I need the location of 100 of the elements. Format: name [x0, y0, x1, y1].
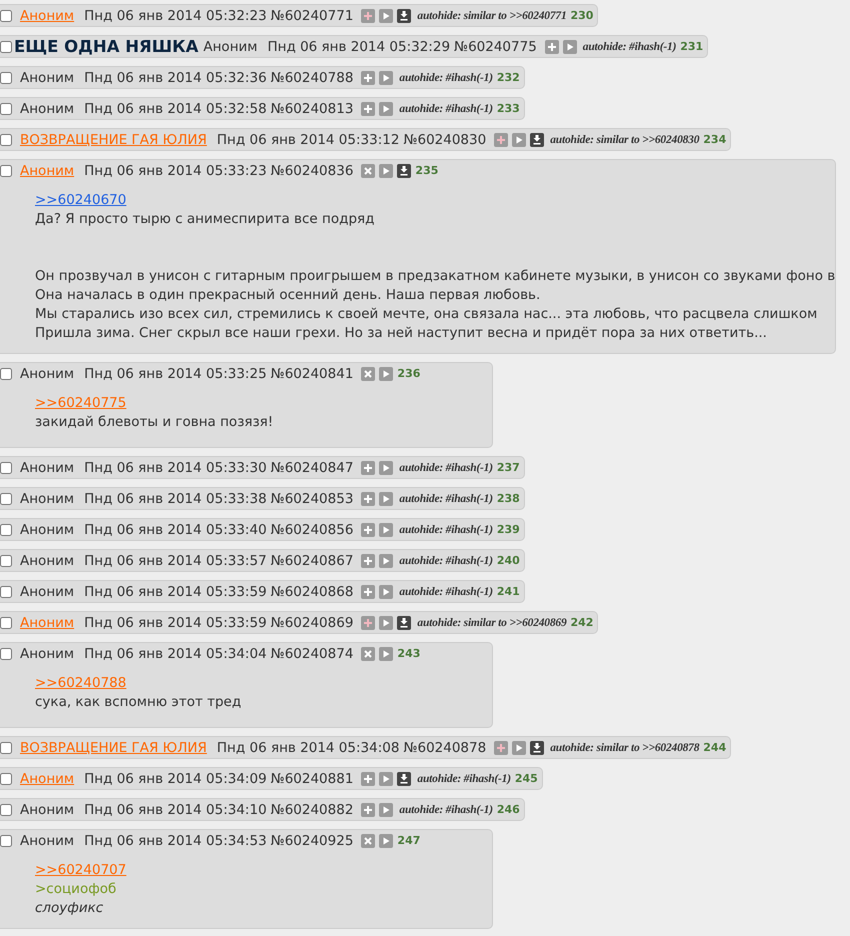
play-icon[interactable] [379, 492, 394, 506]
post-text: Мы старались изо всех сил, стремились к своей мечте, она связала нас... эта любовь, что расцвела слишком [35, 305, 818, 324]
post-number[interactable]: №60240881 [270, 770, 354, 786]
post-number[interactable]: №60240867 [270, 552, 354, 568]
plus-icon[interactable] [361, 554, 376, 568]
author-name[interactable]: Аноним [20, 552, 74, 568]
author-name[interactable]: Аноним [20, 584, 74, 600]
post-number[interactable]: №60240874 [270, 646, 354, 662]
play-icon[interactable] [379, 646, 394, 660]
plus-icon[interactable] [544, 40, 559, 54]
download-icon[interactable] [397, 164, 412, 178]
post-number[interactable]: №60240853 [270, 490, 354, 506]
post-checkbox[interactable] [0, 834, 12, 846]
post-date: Пнд 06 янв 2014 05:33:59 [84, 584, 267, 600]
post-number[interactable]: №60240856 [270, 522, 354, 538]
plus-icon[interactable] [361, 102, 376, 116]
post-checkbox[interactable] [0, 772, 12, 784]
post-checkbox[interactable] [0, 616, 12, 628]
post-checkbox[interactable] [0, 102, 12, 114]
post-checkbox[interactable] [0, 586, 12, 598]
author-name[interactable]: Аноним [20, 70, 74, 86]
plus-icon[interactable] [361, 8, 376, 22]
plus-icon[interactable] [361, 70, 376, 84]
post-text: Он прозвучал в унисон с гитарным проигрышем в предзакатном кабинете музыки, в унисон со звуками фоно в [35, 267, 836, 286]
play-icon[interactable] [379, 366, 394, 380]
download-icon[interactable] [397, 772, 412, 786]
author-name[interactable]: Аноним [20, 490, 74, 506]
close-icon[interactable] [361, 834, 376, 848]
plus-icon[interactable] [361, 616, 376, 630]
post-checkbox[interactable] [0, 134, 12, 146]
plus-icon[interactable] [361, 522, 376, 536]
play-icon[interactable] [379, 802, 394, 816]
post-index: 236 [397, 367, 420, 380]
post-checkbox[interactable] [0, 554, 12, 566]
post-checkbox[interactable] [0, 10, 12, 22]
autohide-note: autohide: #ihash(-1) [399, 524, 493, 536]
post-number[interactable]: №60240788 [270, 70, 354, 86]
post-checkbox[interactable] [0, 368, 12, 380]
author-name[interactable]: Аноним [20, 832, 74, 848]
play-icon[interactable] [379, 102, 394, 116]
post-number[interactable]: №60240847 [270, 460, 354, 476]
autohide-note: autohide: #ihash(-1) [399, 492, 493, 504]
download-icon[interactable] [397, 8, 412, 22]
plus-icon[interactable] [361, 460, 376, 474]
post-checkbox[interactable] [0, 648, 12, 660]
author-name[interactable]: Аноним [20, 522, 74, 538]
play-icon[interactable] [379, 554, 394, 568]
download-icon[interactable] [530, 740, 544, 754]
post-number[interactable]: №60240836 [270, 162, 354, 178]
post-number[interactable]: №60240925 [270, 832, 354, 848]
post-index: 239 [496, 523, 520, 536]
post-checkbox[interactable] [0, 492, 12, 504]
post-number[interactable]: №60240869 [270, 614, 354, 630]
post-checkbox[interactable] [0, 524, 12, 536]
author-name[interactable]: Аноним [20, 460, 74, 476]
post-checkbox[interactable] [0, 742, 12, 754]
post-date: Пнд 06 янв 2014 05:34:10 [84, 802, 267, 818]
download-icon[interactable] [397, 616, 412, 630]
post-checkbox[interactable] [0, 164, 12, 176]
post-number[interactable]: №60240878 [403, 740, 486, 756]
play-icon[interactable] [562, 40, 577, 54]
post-index: 247 [397, 834, 420, 847]
author-name[interactable]: Аноним [20, 100, 74, 116]
plus-icon[interactable] [494, 132, 508, 146]
post-date: Пнд 06 янв 2014 05:33:38 [84, 490, 267, 506]
post-checkbox[interactable] [0, 40, 12, 52]
author-name[interactable]: Аноним [20, 366, 74, 382]
autohide-note: autohide: #ihash(-1) [399, 462, 493, 474]
play-icon[interactable] [379, 70, 394, 84]
post-checkbox[interactable] [0, 804, 12, 816]
post-number[interactable]: №60240841 [270, 366, 354, 382]
play-icon[interactable] [379, 584, 394, 598]
plus-icon[interactable] [361, 772, 376, 786]
plus-icon[interactable] [494, 740, 508, 754]
plus-icon[interactable] [361, 584, 376, 598]
author-name[interactable]: Аноним [20, 646, 74, 662]
autohide-note: autohide: #ihash(-1) [399, 554, 493, 566]
post-number[interactable]: №60240771 [270, 8, 354, 24]
close-icon[interactable] [361, 646, 376, 660]
post-number[interactable]: №60240882 [270, 802, 354, 818]
post-checkbox[interactable] [0, 462, 12, 474]
author-name[interactable]: Аноним [20, 802, 74, 818]
post-number[interactable]: №60240813 [270, 100, 354, 116]
close-icon[interactable] [361, 366, 376, 380]
author-name[interactable]: Аноним [203, 38, 258, 54]
post-number[interactable]: №60240868 [270, 584, 354, 600]
autohide-note: autohide: #ihash(-1) [399, 102, 493, 114]
post-number[interactable]: №60240775 [454, 38, 537, 54]
post-date: Пнд 06 янв 2014 05:32:36 [84, 70, 267, 86]
download-icon[interactable] [530, 132, 544, 146]
post-checkbox[interactable] [0, 72, 12, 84]
post-number[interactable]: №60240830 [403, 132, 486, 148]
post-date: Пнд 06 янв 2014 05:34:09 [84, 770, 267, 786]
play-icon[interactable] [379, 460, 394, 474]
plus-icon[interactable] [361, 802, 376, 816]
play-icon[interactable] [379, 834, 394, 848]
close-icon[interactable] [361, 164, 376, 178]
reply-link[interactable]: >>60240670 [35, 191, 126, 210]
plus-icon[interactable] [361, 492, 376, 506]
play-icon[interactable] [379, 522, 394, 536]
